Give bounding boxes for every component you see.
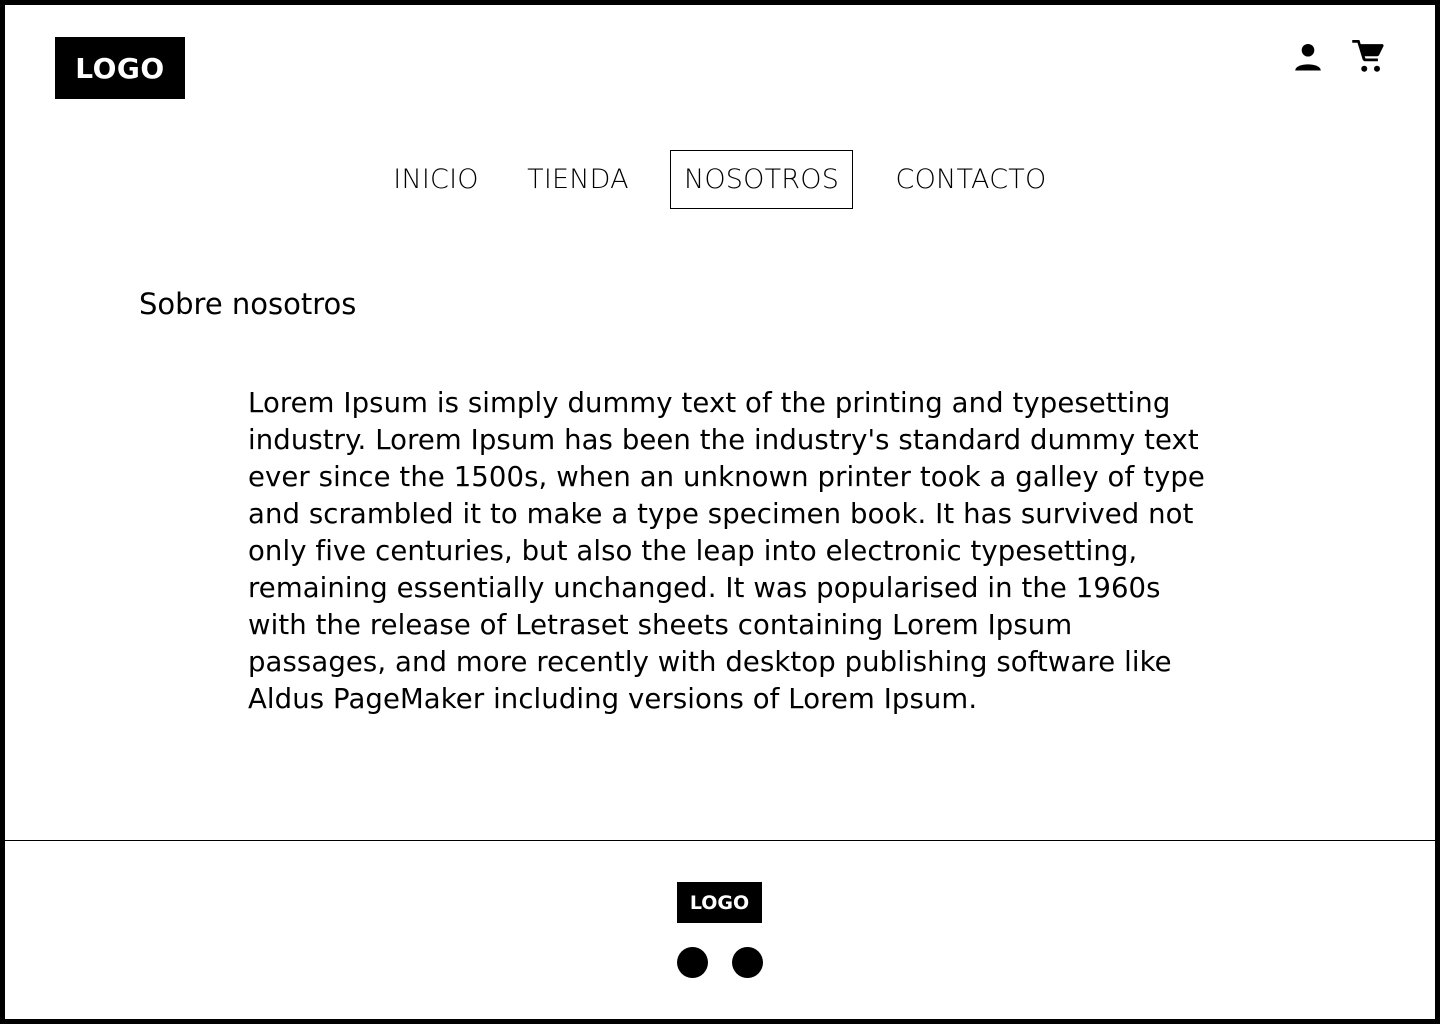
nav-item-inicio[interactable]: INICIO: [386, 150, 486, 209]
header-logo-text: LOGO: [75, 51, 165, 85]
footer: LOGO: [5, 840, 1435, 1019]
main-nav: INICIO TIENDA NOSOTROS CONTACTO: [5, 150, 1440, 209]
about-paragraph: Lorem Ipsum is simply dummy text of the …: [248, 387, 1205, 715]
nav-item-tienda[interactable]: TIENDA: [521, 150, 635, 209]
cart-icon[interactable]: [1349, 38, 1387, 76]
social-link-2-icon[interactable]: [732, 947, 763, 978]
header-logo[interactable]: LOGO: [55, 37, 185, 99]
nav-item-contacto[interactable]: CONTACTO: [889, 150, 1053, 209]
social-link-1-icon[interactable]: [677, 947, 708, 978]
footer-logo[interactable]: LOGO: [677, 882, 762, 923]
nav-item-nosotros[interactable]: NOSOTROS: [670, 150, 853, 209]
footer-logo-text: LOGO: [689, 891, 750, 914]
user-icon-glyph: [1295, 43, 1321, 71]
user-icon[interactable]: [1289, 38, 1327, 76]
page-title: Sobre nosotros: [139, 287, 357, 321]
cart-icon-glyph: [1352, 40, 1384, 72]
header-actions: [1289, 38, 1387, 76]
